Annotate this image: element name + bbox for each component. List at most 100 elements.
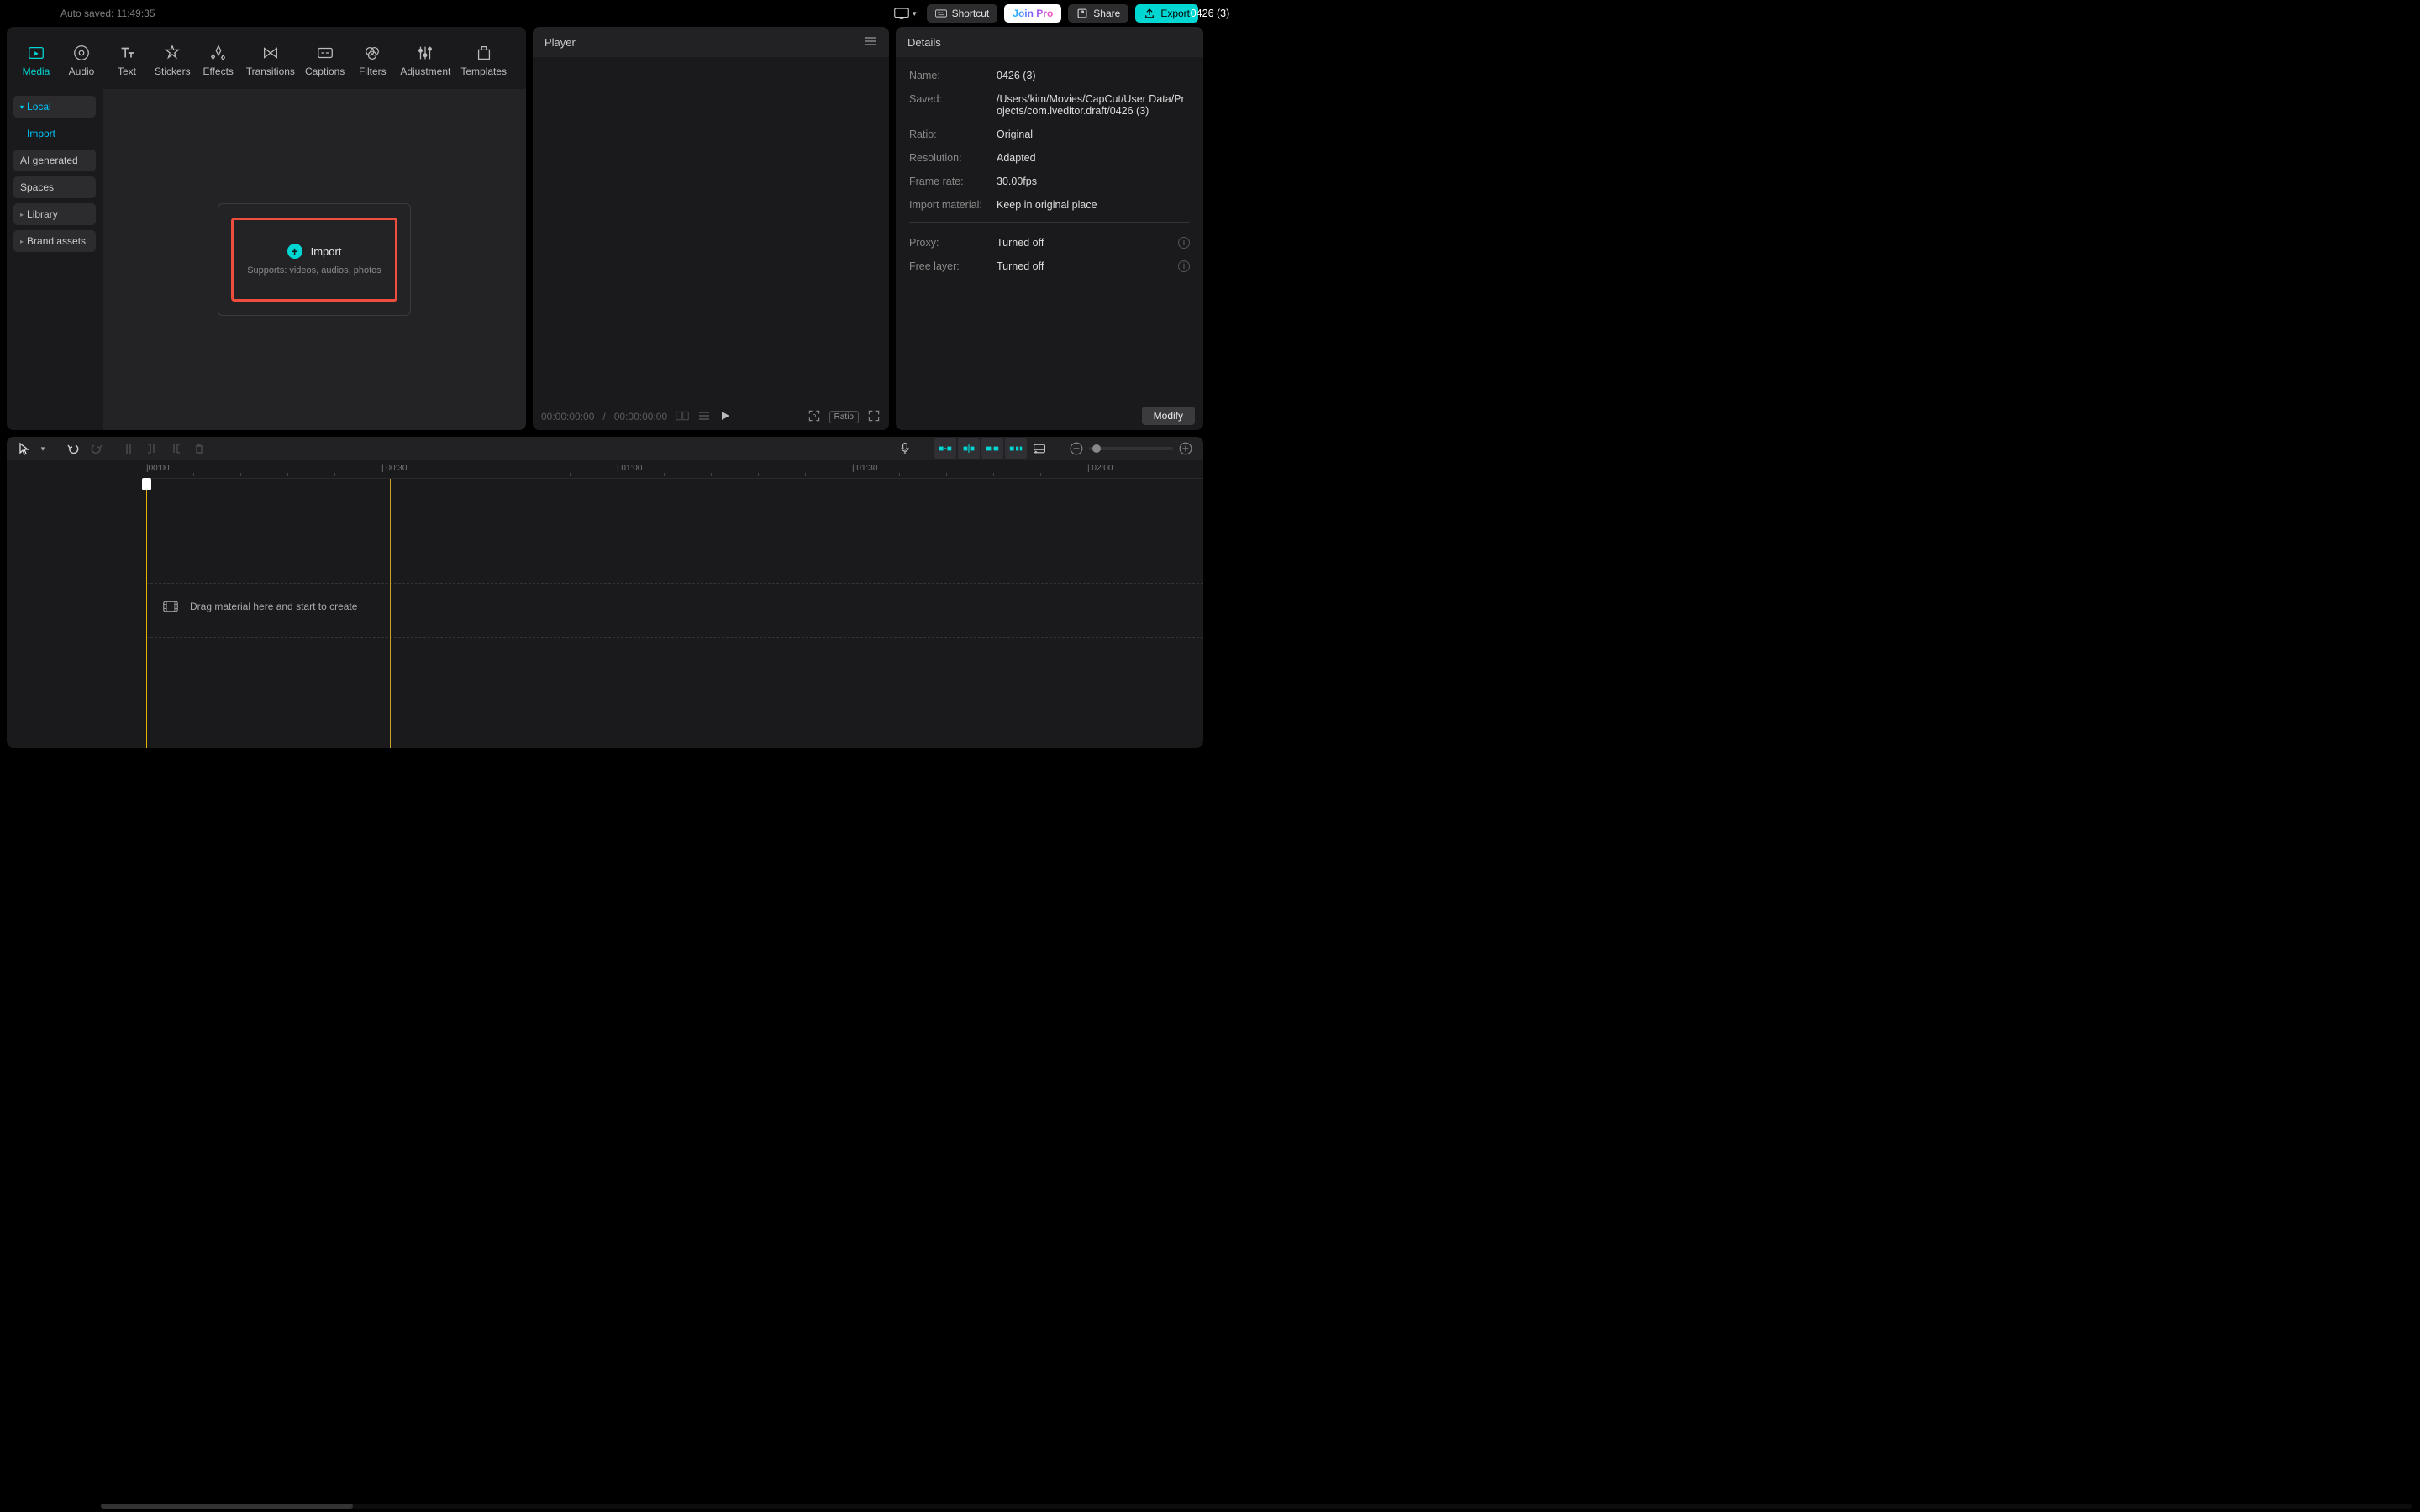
sidebar-local-label: Local	[27, 101, 51, 113]
ratio-button[interactable]: Ratio	[829, 411, 859, 423]
sidebar-item-spaces[interactable]: Spaces	[13, 176, 96, 198]
detail-row-freelayer: Free layer:Turned offi	[909, 255, 1190, 278]
trim-left-button[interactable]	[141, 438, 163, 459]
fullscreen-icon[interactable]	[867, 409, 881, 425]
mic-button[interactable]	[894, 438, 916, 459]
trim-right-button[interactable]	[165, 438, 187, 459]
tab-effects[interactable]: Effects	[196, 40, 241, 81]
filters-icon	[363, 44, 381, 62]
ruler-mark: | 00:30	[381, 464, 407, 473]
list-icon[interactable]	[697, 409, 711, 425]
shortcut-button[interactable]: Shortcut	[927, 4, 998, 23]
join-pro-label: Join Pro	[1013, 8, 1053, 19]
compare-icon[interactable]	[676, 409, 689, 425]
tab-transitions[interactable]: Transitions	[241, 40, 300, 81]
tab-audio-label: Audio	[69, 66, 95, 77]
tool-dropdown[interactable]: ▾	[37, 438, 49, 459]
saved-key: Saved:	[909, 93, 997, 105]
tab-templates-label: Templates	[460, 66, 507, 77]
sidebar-item-brand[interactable]: ▸Brand assets	[13, 230, 96, 252]
project-title: 0426 (3)	[1191, 8, 1230, 19]
zoom-slider[interactable]	[1089, 447, 1173, 450]
tab-captions-label: Captions	[305, 66, 345, 77]
media-icon	[27, 44, 45, 62]
tab-templates[interactable]: Templates	[455, 40, 512, 81]
playhead-handle[interactable]	[142, 478, 151, 490]
player-body: 00:00:00:00 / 00:00:00:00 Ratio	[533, 57, 889, 430]
pointer-tool[interactable]	[13, 438, 35, 459]
name-key: Name:	[909, 70, 997, 81]
details-header: Details	[896, 27, 1203, 57]
redo-button[interactable]	[86, 438, 108, 459]
tab-audio[interactable]: Audio	[59, 40, 104, 81]
split-button[interactable]	[118, 438, 139, 459]
name-value: 0426 (3)	[997, 70, 1190, 81]
join-pro-button[interactable]: Join Pro	[1004, 4, 1061, 23]
ruler-mark: | 02:00	[1087, 464, 1113, 473]
timeline-tracks[interactable]: |00:00 | 00:30 | 01:00 | 01:30 | 02:00 D…	[146, 460, 1203, 748]
import-subtitle: Supports: videos, audios, photos	[247, 265, 381, 276]
preview-toggle[interactable]	[1028, 438, 1050, 459]
export-icon	[1144, 8, 1155, 19]
ratio-value: Original	[997, 129, 1190, 140]
zoom-out-button[interactable]	[1065, 438, 1087, 459]
sidebar-brand-label: Brand assets	[27, 235, 86, 247]
sidebar-ai-label: AI generated	[20, 155, 78, 166]
tab-adjustment[interactable]: Adjustment	[395, 40, 455, 81]
aspect-button[interactable]: ▾	[891, 6, 920, 21]
imp-value: Keep in original place	[997, 199, 1190, 211]
export-button[interactable]: Export	[1135, 4, 1198, 23]
track-divider	[146, 637, 1203, 638]
tab-text[interactable]: Text	[104, 40, 150, 81]
tab-captions[interactable]: Captions	[300, 40, 350, 81]
track-area[interactable]: Drag material here and start to create	[146, 479, 1203, 748]
play-button[interactable]	[719, 410, 731, 424]
playhead[interactable]	[146, 479, 147, 748]
modify-button[interactable]: Modify	[1142, 407, 1195, 425]
info-icon[interactable]: i	[1178, 260, 1190, 272]
sidebar-item-local[interactable]: ▾Local	[13, 96, 96, 118]
effects-icon	[209, 44, 228, 62]
aspect-icon	[894, 8, 909, 19]
tab-transitions-label: Transitions	[246, 66, 295, 77]
media-content: + Import Supports: videos, audios, photo…	[103, 89, 526, 430]
timeline: ▾ |00:00 | 00:30 | 01:00 | 01:30 | 0	[7, 437, 1203, 748]
transitions-icon	[261, 44, 280, 62]
snap-magnet-button[interactable]	[934, 438, 956, 459]
detail-row-resolution: Resolution:Adapted	[909, 146, 1190, 170]
tab-filters[interactable]: Filters	[350, 40, 395, 81]
fps-key: Frame rate:	[909, 176, 997, 187]
timeline-ruler[interactable]: |00:00 | 00:30 | 01:00 | 01:30 | 02:00	[146, 460, 1203, 479]
media-panel: Media Audio Text Stickers Effects Transi…	[7, 27, 526, 430]
zoom-in-button[interactable]	[1175, 438, 1197, 459]
snap-link-button[interactable]	[981, 438, 1003, 459]
details-title: Details	[908, 36, 941, 49]
tab-stickers[interactable]: Stickers	[150, 40, 196, 81]
autosave-label: Auto saved: 11:49:35	[12, 8, 155, 19]
tab-media[interactable]: Media	[13, 40, 59, 81]
templates-icon	[475, 44, 493, 62]
sidebar-library-label: Library	[27, 208, 58, 220]
undo-button[interactable]	[62, 438, 84, 459]
media-sidebar: ▾Local Import AI generated Spaces ▸Libra…	[7, 89, 103, 430]
menu-icon[interactable]	[864, 36, 877, 49]
film-icon	[163, 601, 178, 612]
sidebar-item-ai[interactable]: AI generated	[13, 150, 96, 171]
snap-align-button[interactable]	[958, 438, 980, 459]
chevron-down-icon: ▾	[913, 9, 917, 18]
drop-hint: Drag material here and start to create	[163, 601, 357, 612]
info-icon[interactable]: i	[1178, 237, 1190, 249]
export-label: Export	[1160, 8, 1190, 19]
sidebar-item-library[interactable]: ▸Library	[13, 203, 96, 225]
player-panel: Player 00:00:00:00 / 00:00:00:00	[533, 27, 889, 430]
share-button[interactable]: Share	[1068, 4, 1128, 23]
sidebar-item-import[interactable]: Import	[13, 123, 96, 144]
ruler-mark: | 01:30	[852, 464, 877, 473]
snap-gap-button[interactable]	[1005, 438, 1027, 459]
proxy-value: Turned off	[997, 237, 1178, 249]
import-card[interactable]: + Import Supports: videos, audios, photo…	[231, 218, 397, 302]
delete-button[interactable]	[188, 438, 210, 459]
focus-icon[interactable]	[808, 409, 821, 425]
text-icon	[118, 44, 136, 62]
imp-key: Import material:	[909, 199, 997, 211]
